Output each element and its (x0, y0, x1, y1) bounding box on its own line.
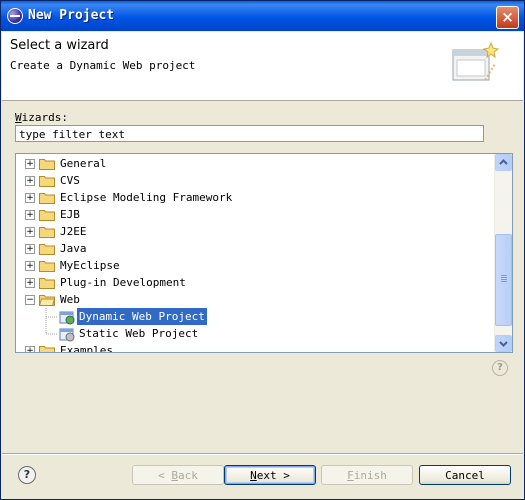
wizard-tree[interactable]: + General + CVS + Eclipse Modeling Frame… (15, 153, 513, 353)
title-bar[interactable]: New Project × (1, 1, 524, 31)
button-bar-divider (2, 453, 523, 455)
folder-icon (39, 244, 55, 255)
finish-button[interactable]: Finish (321, 465, 413, 485)
tree-item-cvs[interactable]: + CVS (16, 172, 316, 189)
grip-icon (501, 275, 507, 276)
banner-title: Select a wizard (10, 38, 109, 53)
next-suffix: > (276, 469, 290, 482)
tree-item-label: General (60, 157, 107, 170)
wizards-label-text: izards: (21, 111, 68, 124)
open-folder-icon (39, 295, 55, 306)
next-button[interactable]: Next > (224, 465, 316, 485)
tree-item-dynamic-web-project[interactable]: Dynamic Web Project (16, 307, 316, 326)
folder-icon (39, 227, 55, 238)
help-button[interactable]: ? (18, 466, 36, 484)
expand-icon[interactable]: + (25, 346, 35, 352)
chevron-up-icon (499, 159, 508, 165)
scroll-down-button[interactable] (495, 335, 512, 352)
tree-item-label: CVS (60, 174, 80, 187)
back-prefix: < (158, 469, 172, 482)
tree-item-examples[interactable]: + Examples (16, 342, 316, 352)
tree-item-label: Java (60, 242, 87, 255)
folder-icon (39, 346, 55, 352)
close-button[interactable]: × (496, 6, 519, 29)
tree-item-label: Eclipse Modeling Framework (60, 191, 233, 204)
expand-icon[interactable]: + (25, 176, 35, 186)
folder-icon (39, 193, 55, 204)
wizard-tree-content: + General + CVS + Eclipse Modeling Frame… (16, 154, 494, 352)
new-project-dialog: New Project × Select a wizard Create a D… (0, 0, 525, 500)
back-label: ack (178, 469, 198, 482)
finish-accel: F (347, 469, 354, 482)
vertical-scrollbar[interactable] (494, 154, 512, 352)
tree-item-general[interactable]: + General (16, 155, 316, 172)
expand-icon[interactable]: + (25, 193, 35, 203)
wizard-banner-icon (452, 41, 499, 81)
expand-icon[interactable]: + (25, 227, 35, 237)
wizards-label: Wizards: (15, 111, 68, 124)
window-title: New Project (28, 8, 115, 23)
tree-item-label: Static Web Project (79, 327, 199, 340)
wizards-label-accel: W (15, 111, 22, 124)
folder-icon (39, 278, 55, 289)
web-project-icon (59, 311, 75, 325)
tree-item-label: Examples (60, 344, 113, 352)
folder-icon (39, 261, 55, 272)
scrollbar-thumb[interactable] (495, 234, 512, 326)
folder-icon (39, 176, 55, 187)
tree-item-myeclipse[interactable]: + MyEclipse (16, 257, 316, 274)
tree-item-label: J2EE (60, 225, 87, 238)
tree-item-eclipse-modeling-framework[interactable]: + Eclipse Modeling Framework (16, 189, 316, 206)
tree-item-static-web-project[interactable]: Static Web Project (16, 325, 316, 342)
wizard-banner: Select a wizard Create a Dynamic Web pro… (2, 32, 523, 101)
help-icon[interactable]: ? (492, 360, 508, 376)
tree-item-label: Dynamic Web Project (76, 307, 208, 326)
folder-icon (39, 159, 55, 170)
back-accel: B (171, 469, 178, 482)
web-project-icon (59, 328, 75, 342)
tree-item-java[interactable]: + Java (16, 240, 316, 257)
folder-icon (39, 210, 55, 221)
tree-item-label: EJB (60, 208, 80, 221)
tree-item-web[interactable]: − Web (16, 291, 316, 308)
tree-item-ejb[interactable]: + EJB (16, 206, 316, 223)
expand-icon[interactable]: + (25, 159, 35, 169)
next-label: ext (256, 469, 277, 482)
scroll-up-button[interactable] (495, 154, 512, 171)
expand-icon[interactable]: + (25, 244, 35, 254)
cancel-button[interactable]: Cancel (419, 465, 511, 485)
tree-item-plug-in-development[interactable]: + Plug-in Development (16, 274, 316, 291)
tree-item-j2ee[interactable]: + J2EE (16, 223, 316, 240)
tree-item-label: Plug-in Development (60, 276, 186, 289)
banner-description: Create a Dynamic Web project (10, 59, 196, 72)
tree-item-label: MyEclipse (60, 259, 120, 272)
collapse-icon[interactable]: − (25, 295, 35, 305)
expand-icon[interactable]: + (25, 278, 35, 288)
filter-input[interactable]: type filter text (15, 125, 484, 142)
expand-icon[interactable]: + (25, 261, 35, 271)
back-button[interactable]: < Back (132, 465, 224, 485)
eclipse-icon (7, 8, 23, 24)
chevron-down-icon (499, 341, 508, 347)
finish-label: inish (353, 469, 387, 482)
next-accel: N (250, 469, 257, 482)
expand-icon[interactable]: + (25, 210, 35, 220)
tree-item-label: Web (60, 293, 80, 306)
